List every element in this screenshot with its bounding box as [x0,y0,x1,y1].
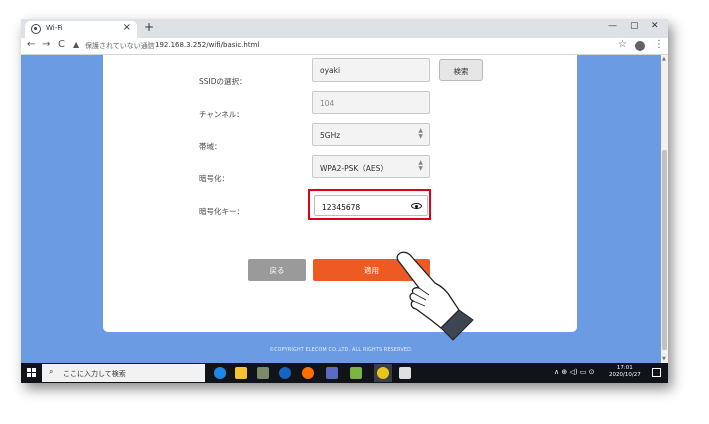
copyright-text: ©COPYRIGHT ELECOM CO.,LTD. ALL RIGHTS RE… [269,348,413,353]
file-explorer-icon[interactable] [235,367,247,379]
app-icon[interactable] [326,367,338,379]
new-tab-button[interactable]: + [144,20,154,34]
warning-icon: ▲ [73,40,80,49]
app-icon[interactable] [350,367,362,379]
ssid-value: oyaki [320,66,341,75]
tab-strip: Wi-Fi × + — ▢ ✕ [21,19,668,38]
eye-icon[interactable] [411,203,422,209]
back-arrow-icon[interactable]: ← [27,39,35,50]
channel-label: チャンネル： [199,110,244,119]
band-select[interactable]: 5GHz ▲ ▼ [312,123,430,146]
address-bar[interactable]: ▲ 保護されていない通信 | 192.168.3.252/wifi/basic.… [71,40,631,53]
clock-time: 17:01 [616,365,633,371]
clock-date: 2020/10/27 [609,372,641,378]
encryption-key-input[interactable]: 12345678 [314,195,428,216]
ssid-label: SSIDの選択： [199,77,247,86]
key-label: 暗号化キー： [199,207,244,216]
pointing-hand-icon [396,251,474,341]
account-icon[interactable] [635,41,645,51]
page-viewport: SSIDの選択： oyaki 検索 チャンネル： 104 帯域： 5GHz ▲ ▼… [21,55,661,363]
notification-icon[interactable] [652,368,661,377]
close-window-button[interactable]: ✕ [651,21,659,31]
edge-icon[interactable] [214,367,226,379]
globe-icon [31,24,41,34]
divider: | [147,40,150,49]
scroll-up-icon[interactable]: ▲ [662,56,666,62]
forward-arrow-icon[interactable]: → [42,39,50,50]
encryption-key-value: 12345678 [322,203,361,212]
search-button[interactable]: 検索 [439,59,483,81]
reload-icon[interactable]: C [58,39,65,50]
browser-window: Wi-Fi × + — ▢ ✕ ← → C ▲ 保護されていない通信 | 192… [21,19,668,383]
browser-toolbar: ← → C ▲ 保護されていない通信 | 192.168.3.252/wifi/… [21,38,668,55]
taskbar-search[interactable]: ⌕ ここに入力して検索 [42,364,205,382]
encryption-select[interactable]: WPA2-PSK（AES） ▲ ▼ [312,155,430,178]
channel-field: 104 [312,91,430,114]
settings-card: SSIDの選択： oyaki 検索 チャンネル： 104 帯域： 5GHz ▲ ▼… [103,55,577,332]
store-icon[interactable] [399,367,411,379]
encryption-value: WPA2-PSK（AES） [320,164,388,173]
scroll-down-icon[interactable]: ▼ [662,356,666,362]
channel-value: 104 [320,99,335,108]
menu-kebab-icon[interactable]: ⋮ [654,39,664,50]
tab-close-icon[interactable]: × [123,22,131,33]
search-icon: ⌕ [49,367,54,376]
select-arrows-icon: ▲ ▼ [418,159,423,172]
taskbar: ⌕ ここに入力して検索 ∧ ⊕ ◁) ▭ ⊙ 17:01 2020/10/27 [21,363,668,383]
security-status[interactable]: 保護されていない通信 [85,41,155,51]
tab-wifi[interactable]: Wi-Fi × [25,21,137,38]
chrome-icon[interactable] [377,367,389,379]
ssid-field[interactable]: oyaki [312,58,430,82]
tab-title: Wi-Fi [46,24,63,32]
scrollbar-thumb[interactable] [662,150,667,350]
ie-icon[interactable] [279,367,291,379]
app-icon[interactable] [257,367,269,379]
encryption-label: 暗号化： [199,174,229,183]
url-text[interactable]: 192.168.3.252/wifi/basic.html [155,41,259,49]
bookmark-star-icon[interactable]: ☆ [618,39,627,50]
system-tray-icons[interactable]: ∧ ⊕ ◁) ▭ ⊙ [554,368,594,376]
scrollbar[interactable]: ▲ ▼ [661,55,668,363]
minimize-button[interactable]: — [608,21,617,31]
back-button[interactable]: 戻る [248,259,306,281]
clock[interactable]: 17:01 2020/10/27 [609,365,641,379]
select-arrows-icon: ▲ ▼ [418,127,423,140]
taskbar-search-placeholder: ここに入力して検索 [63,370,126,378]
firefox-icon[interactable] [302,367,314,379]
band-label: 帯域： [199,142,222,151]
maximize-button[interactable]: ▢ [630,21,639,31]
band-value: 5GHz [320,131,341,140]
windows-start-icon[interactable] [27,368,37,378]
